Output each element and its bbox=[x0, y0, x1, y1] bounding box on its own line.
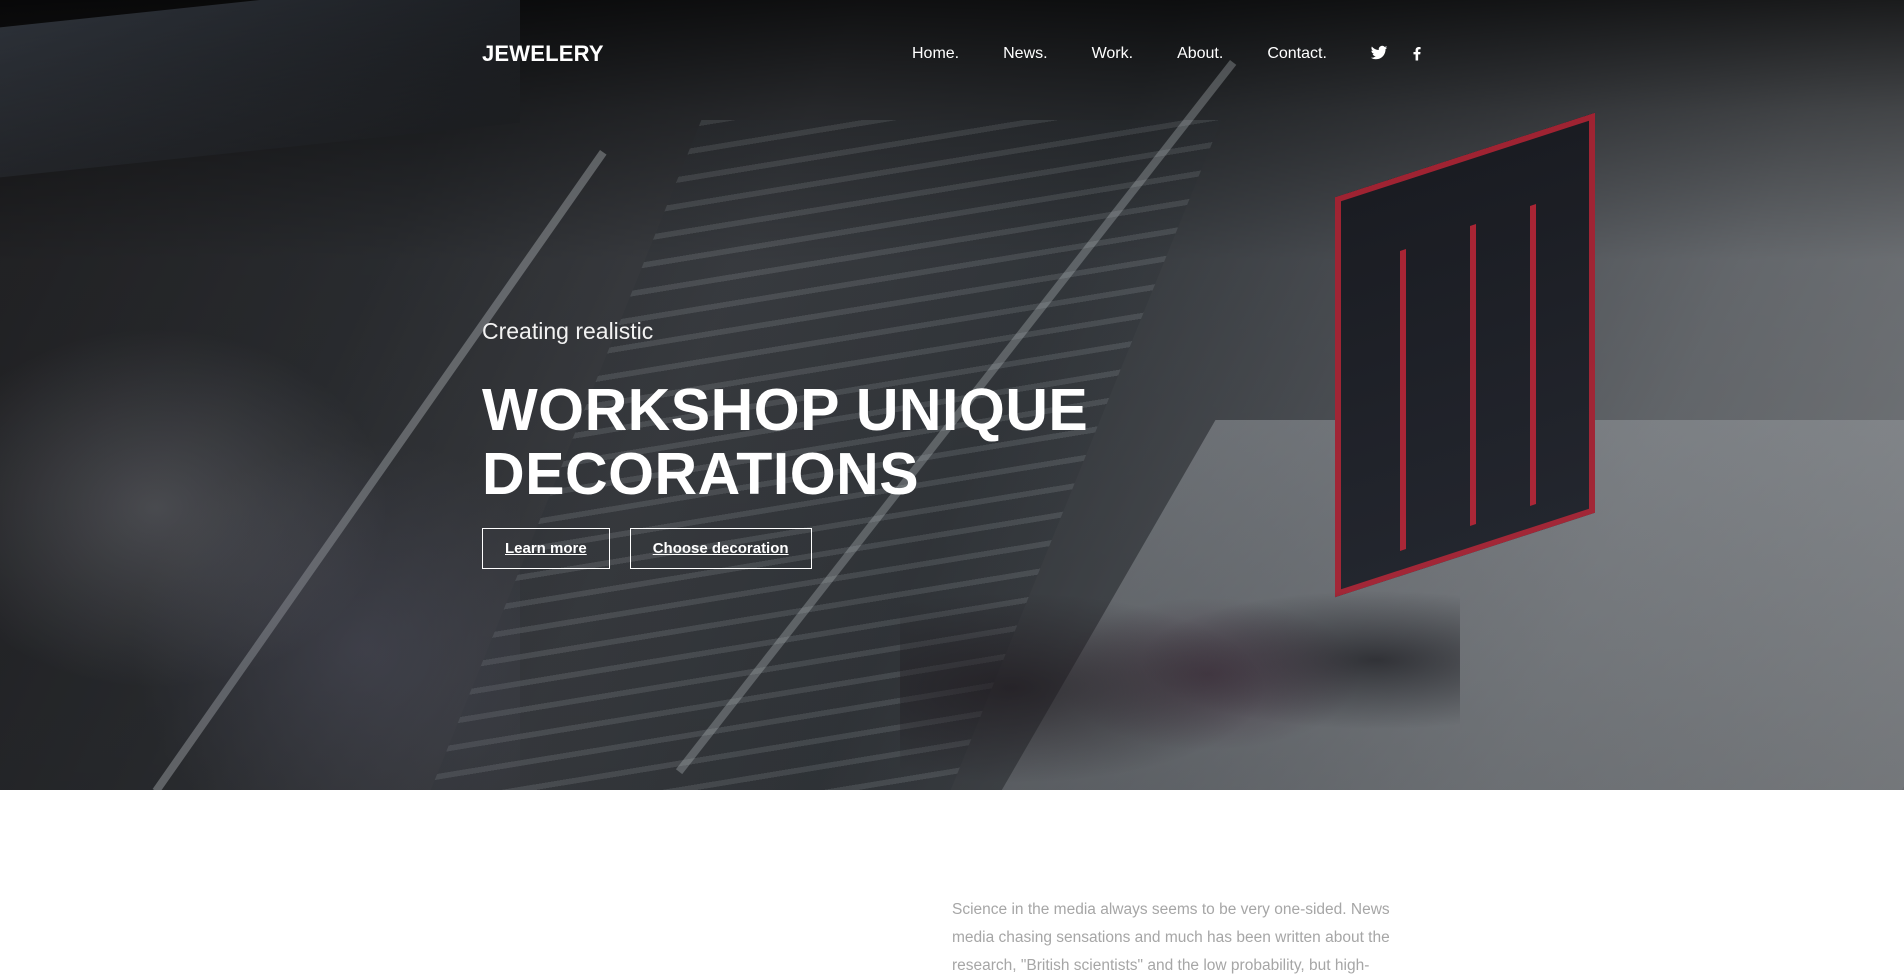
hero-headline: WORKSHOP UNIQUE DECORATIONS bbox=[482, 378, 1182, 506]
background-crowd bbox=[0, 320, 520, 790]
nav-contact[interactable]: Contact. bbox=[1267, 43, 1327, 65]
hero-headline-line2: DECORATIONS bbox=[482, 441, 920, 507]
social-links bbox=[1370, 44, 1426, 62]
hero-content: Creating realistic WORKSHOP UNIQUE DECOR… bbox=[482, 314, 1182, 569]
facebook-icon[interactable] bbox=[1408, 44, 1426, 62]
nav-about[interactable]: About. bbox=[1177, 43, 1223, 65]
main-nav: Home. News. Work. About. Contact. bbox=[912, 43, 1327, 65]
learn-more-button[interactable]: Learn more bbox=[482, 528, 610, 569]
hero-section: JEWELERY Home. News. Work. About. Contac… bbox=[0, 0, 1904, 790]
brand-logo[interactable]: JEWELERY bbox=[482, 41, 604, 67]
background-kiosk-stripe bbox=[1400, 249, 1406, 551]
nav-news[interactable]: News. bbox=[1003, 43, 1047, 65]
site-header: JEWELERY Home. News. Work. About. Contac… bbox=[0, 0, 1904, 110]
hero-subtitle: Creating realistic bbox=[482, 318, 654, 344]
intro-paragraph: Science in the media always seems to be … bbox=[952, 901, 1390, 974]
choose-decoration-button[interactable]: Choose decoration bbox=[629, 528, 812, 569]
nav-work[interactable]: Work. bbox=[1092, 43, 1133, 65]
hero-buttons: Learn more Choose decoration bbox=[482, 528, 1182, 569]
nav-home[interactable]: Home. bbox=[912, 43, 959, 65]
intro-section: Science in the media always seems to be … bbox=[0, 790, 1904, 978]
background-kiosk-stripe bbox=[1470, 224, 1476, 526]
twitter-icon[interactable] bbox=[1370, 44, 1388, 62]
hero-headline-line1: WORKSHOP UNIQUE bbox=[482, 377, 1089, 443]
background-kiosk bbox=[1335, 112, 1595, 598]
background-kiosk-stripe bbox=[1530, 204, 1536, 506]
